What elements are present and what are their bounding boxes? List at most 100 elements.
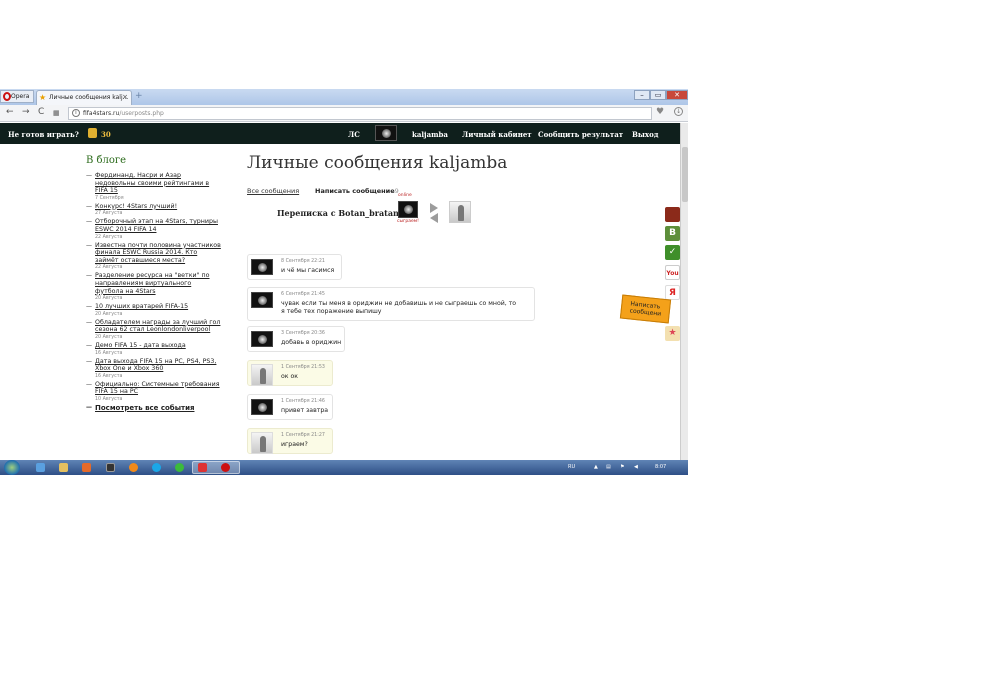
window-close-button[interactable]: ✕ <box>666 90 688 100</box>
cabinet-link[interactable]: Личный кабинет <box>462 130 532 139</box>
private-messages-link[interactable]: ЛС <box>348 130 360 139</box>
heart-icon[interactable]: ♥ <box>656 107 664 117</box>
partner-message-avatar[interactable] <box>251 432 273 454</box>
fifa-icon[interactable] <box>106 463 115 472</box>
opera-task-icon[interactable] <box>198 463 207 472</box>
back-icon[interactable]: ← <box>6 107 14 117</box>
tray-arrow-icon[interactable]: ▲ <box>594 464 598 470</box>
blog-list-item: Официально: Системные требования FIFA 15… <box>86 381 221 403</box>
yandex-icon[interactable]: Я <box>665 285 680 300</box>
blog-post-date: 16 Августа <box>95 373 123 379</box>
url-path: /userposts.php <box>119 110 164 117</box>
my-message-avatar[interactable] <box>251 399 273 415</box>
swap-arrows-icon <box>428 203 440 223</box>
blog-post-link[interactable]: Официально: Системные требования FIFA 15… <box>95 381 221 396</box>
message-date: 1 Сентября 21:27 <box>281 433 325 438</box>
minimize-button[interactable]: – <box>634 90 650 100</box>
speed-dial-icon[interactable]: ▦ <box>53 109 60 117</box>
write-message-tab[interactable]: Написать сообщени <box>619 294 672 324</box>
page-title: Личные сообщения kaljamba <box>247 153 508 173</box>
download-icon[interactable]: ↓ <box>674 107 683 116</box>
new-tab-button[interactable]: + <box>135 91 143 101</box>
blog-post-date: 27 Августа <box>95 211 123 217</box>
url-field[interactable]: i fifa4stars.ru/userposts.php <box>68 107 652 120</box>
page-scrollbar[interactable] <box>680 123 688 460</box>
online-status: online <box>398 193 412 198</box>
partner-message-avatar[interactable] <box>251 364 273 386</box>
my-message-avatar[interactable] <box>251 259 273 275</box>
browser-tab[interactable]: ★ Личные сообщения kalj... × <box>36 90 132 105</box>
vk-icon[interactable]: В <box>665 226 680 241</box>
blog-post-link[interactable]: 10 лучших вратарей FIFA-15 <box>95 303 221 311</box>
tab-title: Личные сообщения kalj... <box>49 94 129 101</box>
blog-post-link[interactable]: Отборочный этап на 4Stars, турниры ESWC … <box>95 218 221 233</box>
coins-count: 30 <box>101 130 111 139</box>
all-messages-link[interactable]: Все сообщения <box>247 187 299 195</box>
reload-icon[interactable]: C <box>38 107 44 117</box>
message-date: 6 Сентября 21:45 <box>281 292 325 297</box>
main-content: Личные сообщения kaljamba Все сообщения … <box>247 153 677 454</box>
blog-post-link[interactable]: Фердинанд, Насри и Азар недовольны своим… <box>95 172 221 195</box>
ie-icon[interactable] <box>36 463 45 472</box>
not-ready-link[interactable]: Не готов играть? <box>8 130 79 139</box>
username-link[interactable]: kaljamba <box>412 130 448 139</box>
forward-icon[interactable]: → <box>22 107 30 117</box>
start-button[interactable] <box>4 460 20 475</box>
write-message-link[interactable]: Написать сообщение9 <box>315 187 399 195</box>
screenshot-area: Opera ★ Личные сообщения kalj... × + – ▭… <box>0 89 688 475</box>
message-text: играем? <box>281 441 308 448</box>
tray-flag-icon[interactable]: ⚑ <box>620 464 624 470</box>
message-text: и чё мы гасимся <box>281 267 335 274</box>
blog-list-item: Фердинанд, Насри и Азар недовольны своим… <box>86 172 221 202</box>
firefox-icon[interactable] <box>129 463 138 472</box>
opera-logo-icon <box>3 92 11 101</box>
site-info-icon[interactable]: i <box>72 109 80 117</box>
blog-list-item: Обладателем награды за лучший гол сезона… <box>86 319 221 341</box>
site-header: Не готов играть? 30 ЛС kaljamba Личный к… <box>0 123 680 144</box>
blog-list-item: Демо FIFA 15 - дата выхода16 Августа <box>86 342 221 357</box>
see-all-events-link[interactable]: Посмотреть все события <box>86 404 221 412</box>
youtube-icon[interactable]: You <box>665 265 680 280</box>
twitter-icon[interactable]: ✓ <box>665 245 680 260</box>
my-message-avatar[interactable] <box>251 331 273 347</box>
utorrent-icon[interactable] <box>175 463 184 472</box>
logout-link[interactable]: Выход <box>632 130 658 139</box>
message-text: чувак если ты меня в ориджин не добавишь… <box>281 300 517 315</box>
explorer-icon[interactable] <box>59 463 68 472</box>
my-message-avatar[interactable] <box>251 292 273 308</box>
blog-post-date: 10 Августа <box>95 396 123 402</box>
media-icon[interactable] <box>82 463 91 472</box>
opera-menu-button[interactable]: Opera <box>0 90 34 103</box>
blog-post-link[interactable]: Конкурс! 4Stars лучший! <box>95 203 221 211</box>
messages-subnav: Все сообщения Написать сообщение9 <box>247 187 399 195</box>
report-result-link[interactable]: Сообщить результат <box>538 130 623 139</box>
blog-list-item: Дата выхода FIFA 15 на PC, PS4, PS3, Xbo… <box>86 358 221 380</box>
user-avatar[interactable] <box>375 125 397 141</box>
blog-list-item: 10 лучших вратарей FIFA-1520 Августа <box>86 303 221 318</box>
my-avatar[interactable] <box>398 201 418 218</box>
opera-menu-label: Opera <box>11 93 30 100</box>
skype-icon[interactable] <box>152 463 161 472</box>
blog-post-link[interactable]: Демо FIFA 15 - дата выхода <box>95 342 221 350</box>
hat-icon[interactable] <box>665 207 680 222</box>
tray-network-icon[interactable]: ▤ <box>606 464 611 470</box>
clock[interactable]: 8:07 <box>655 464 666 470</box>
message-text: привет завтра <box>281 407 329 414</box>
opera-task-icon-2[interactable] <box>221 463 230 472</box>
partner-avatar[interactable] <box>449 201 471 223</box>
star-icon: ★ <box>39 93 47 102</box>
blog-post-link[interactable]: Известна почти половина участников финал… <box>95 242 221 265</box>
blog-post-date: 22 Августа <box>95 265 123 271</box>
tray-volume-icon[interactable]: ◀ <box>634 464 638 470</box>
close-icon[interactable]: × <box>122 91 128 104</box>
blog-post-link[interactable]: Дата выхода FIFA 15 на PC, PS4, PS3, Xbo… <box>95 358 221 373</box>
language-indicator[interactable]: RU <box>568 464 575 470</box>
blog-list-item: Разделение ресурса на "ветки" по направл… <box>86 272 221 302</box>
play-label[interactable]: сыграем! <box>397 219 419 224</box>
blog-post-link[interactable]: Разделение ресурса на "ветки" по направл… <box>95 272 221 295</box>
maximize-button[interactable]: ▭ <box>650 90 666 100</box>
blog-list-item: Отборочный этап на 4Stars, турниры ESWC … <box>86 218 221 240</box>
favorite-star-icon[interactable]: ★ <box>665 326 680 341</box>
blog-post-link[interactable]: Обладателем награды за лучший гол сезона… <box>95 319 221 334</box>
scrollbar-thumb[interactable] <box>682 147 688 202</box>
